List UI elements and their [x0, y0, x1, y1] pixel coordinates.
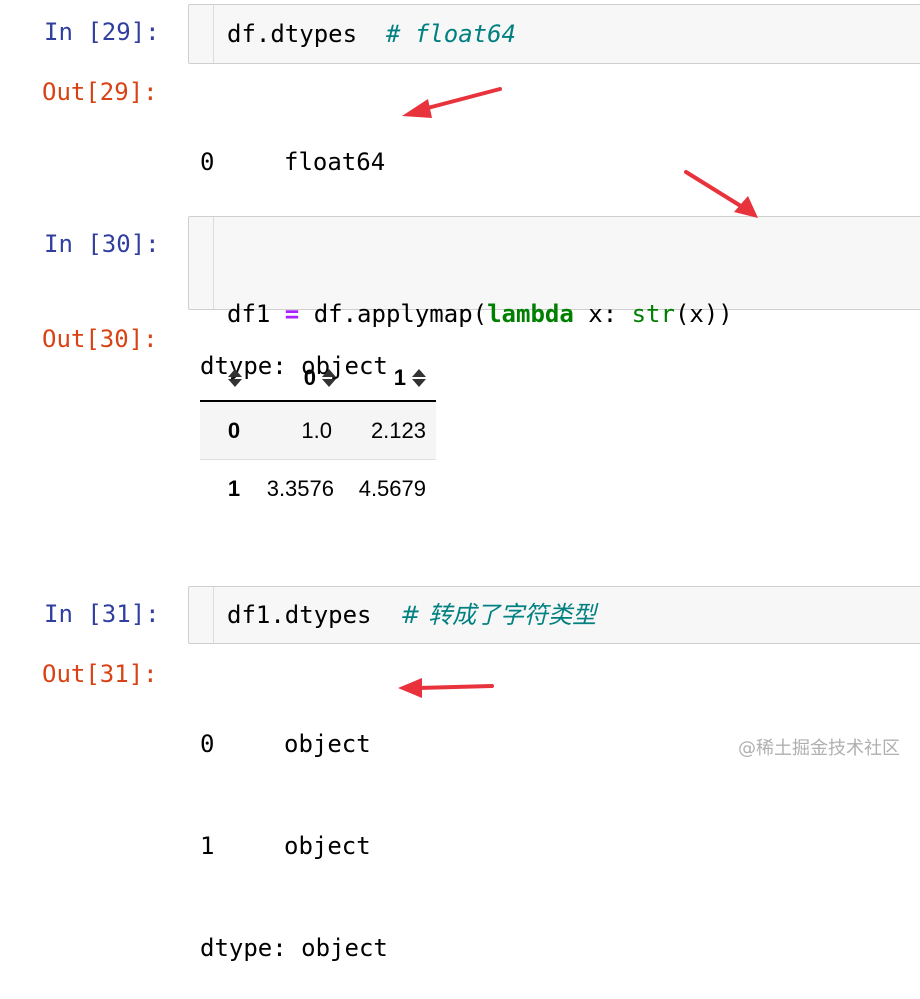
arrow-icon: [402, 87, 502, 118]
annotation-arrows: [398, 87, 758, 698]
arrow-icon: [398, 678, 494, 698]
watermark: @稀土掘金技术社区: [738, 738, 900, 759]
dtype-line: dtype: object: [200, 934, 388, 962]
output-index: 1: [200, 832, 215, 860]
arrow-icon: [684, 170, 758, 218]
output-value: object: [284, 832, 371, 860]
output-row: 1 object: [200, 829, 388, 863]
